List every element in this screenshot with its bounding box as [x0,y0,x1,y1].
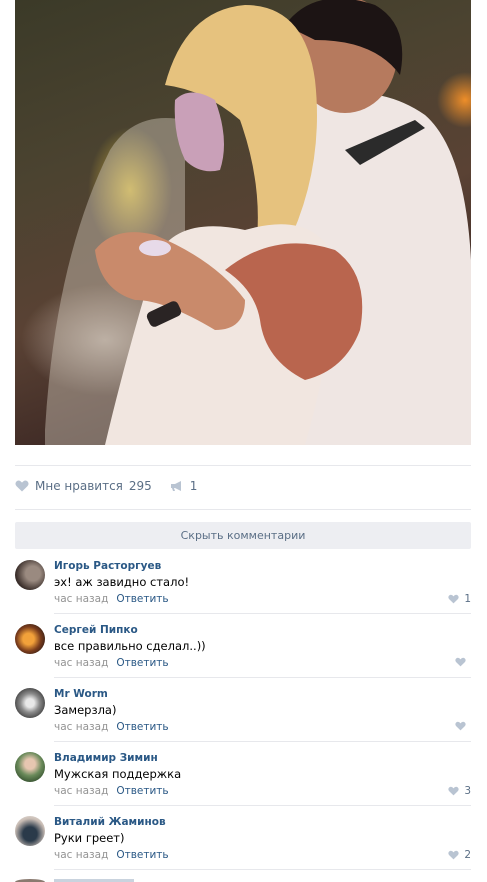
comment-like-count: 2 [464,849,471,861]
comment-meta: час назад Ответить [54,721,169,733]
heart-icon [455,721,466,731]
divider [15,509,471,510]
divider [15,465,471,466]
like-label: Мне нравится [35,479,123,493]
avatar[interactable] [15,560,45,590]
comment-like-button[interactable]: 1 [448,593,471,605]
comment-item: Владимир Зимин Мужская поддержка час наз… [15,742,471,806]
like-count: 295 [128,479,152,493]
comment-like-button[interactable]: 2 [448,849,471,861]
avatar[interactable] [15,752,45,782]
comment-text: Замерзла) [54,703,117,717]
reply-link[interactable]: Ответить [116,593,168,605]
comment-text: эх! аж завидно стало! [54,575,190,589]
comment-author[interactable]: Игорь Расторгуев [54,560,161,572]
comment-time: час назад [54,593,109,605]
reply-link[interactable]: Ответить [116,657,168,669]
comment-meta: час назад Ответить [54,593,169,605]
post-actions: Мне нравится 295 1 [15,476,197,496]
comment-text: Руки греет) [54,831,125,845]
comment-author[interactable]: Mr Worm [54,688,108,700]
like-button[interactable]: Мне нравится 295 [15,479,152,493]
comment-like-button[interactable] [455,721,471,731]
comment-item: Сергей Пипко все правильно сделал..)) ча… [15,614,471,678]
reply-link[interactable]: Ответить [116,785,168,797]
comment-like-button[interactable]: 3 [448,785,471,797]
comment-like-count: 1 [464,593,471,605]
comment-time: час назад [54,849,109,861]
comment-meta: час назад Ответить [54,657,169,669]
avatar[interactable] [15,688,45,718]
comment-text: все правильно сделал..)) [54,639,206,653]
comment-time: час назад [54,657,109,669]
heart-icon [448,850,459,860]
avatar[interactable] [15,624,45,654]
heart-icon [455,657,466,667]
comment-author[interactable]: Сергей Пипко [54,624,138,636]
comment-meta: час назад Ответить [54,849,169,861]
comment-text: Мужская поддержка [54,767,182,781]
avatar[interactable] [15,816,45,846]
post-photo[interactable] [15,0,471,445]
comment-item: Mr Worm Замерзла) час назад Ответить [15,678,471,742]
comment-item: Игорь Расторгуев эх! аж завидно стало! ч… [15,550,471,614]
reply-link[interactable]: Ответить [116,721,168,733]
comment-time: час назад [54,721,109,733]
share-button[interactable]: 1 [170,479,198,493]
comments-list: Игорь Расторгуев эх! аж завидно стало! ч… [15,550,471,870]
comment-author[interactable]: Владимир Зимин [54,752,158,764]
comment-item: Виталий Жаминов Руки греет) час назад От… [15,806,471,870]
heart-icon [448,786,459,796]
comment-like-count: 3 [464,785,471,797]
hide-comments-button[interactable]: Скрыть комментарии [15,522,471,549]
post-photo-illustration [45,0,471,445]
comment-like-button[interactable] [455,657,471,667]
megaphone-icon [170,481,181,491]
heart-icon [448,594,459,604]
comment-meta: час назад Ответить [54,785,169,797]
comment-author[interactable]: Виталий Жаминов [54,816,166,828]
comment-time: час назад [54,785,109,797]
hide-comments-label: Скрыть комментарии [180,529,306,542]
reply-link[interactable]: Ответить [116,849,168,861]
heart-icon [15,480,29,492]
divider [54,869,471,870]
share-count: 1 [189,479,198,493]
